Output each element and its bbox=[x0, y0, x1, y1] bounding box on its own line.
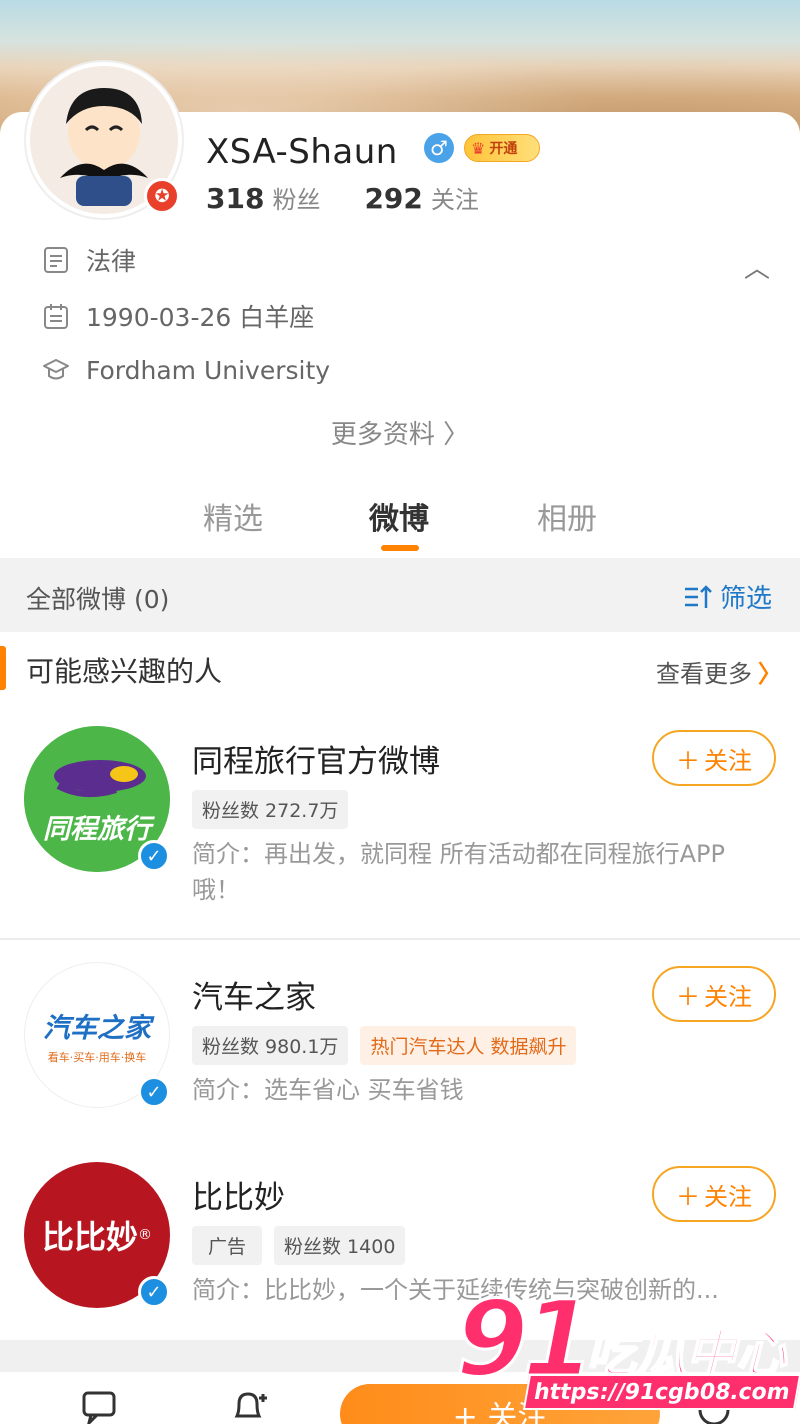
followers-tag: 粉丝数 272.7万 bbox=[192, 790, 349, 829]
birthday-text: 1990-03-26 白羊座 bbox=[86, 303, 315, 332]
info-birthday: 1990-03-26 白羊座 bbox=[40, 298, 314, 334]
tab-album[interactable]: 相册 bbox=[537, 494, 597, 538]
watermark-url: https://91cgb08.com bbox=[522, 1374, 800, 1410]
profile-stats: 318 粉丝 292 关注 bbox=[206, 180, 479, 215]
school-text: Fordham University bbox=[86, 355, 331, 385]
calendar-icon bbox=[40, 300, 72, 332]
following-count: 292 bbox=[364, 182, 423, 215]
user-tags: 广告 粉丝数 1400 bbox=[192, 1226, 406, 1265]
graduation-cap-icon bbox=[40, 354, 72, 386]
filter-label: 筛选 bbox=[720, 584, 773, 614]
follow-button[interactable]: ＋关注 bbox=[652, 966, 776, 1022]
plus-icon: ＋ bbox=[676, 1182, 700, 1211]
suggestions-title: 可能感兴趣的人 bbox=[26, 655, 223, 688]
followers-count: 318 bbox=[206, 182, 265, 215]
document-icon bbox=[40, 244, 72, 276]
following-label: 关注 bbox=[430, 186, 479, 214]
follow-button[interactable]: ＋关注 bbox=[652, 1166, 776, 1222]
divider bbox=[0, 938, 800, 940]
user-name[interactable]: 汽车之家 bbox=[192, 972, 316, 1017]
avatar-brand-text: 汽车之家 bbox=[43, 1012, 151, 1044]
followers-tag: 粉丝数 1400 bbox=[274, 1226, 406, 1265]
tab-weibo[interactable]: 微博 bbox=[369, 494, 429, 538]
verified-star-badge-icon: ✪ bbox=[144, 178, 180, 214]
vip-label: 开通 bbox=[489, 141, 518, 157]
avatar-brand-subtext: 看车·买车·用车·换车 bbox=[47, 1050, 147, 1064]
verified-v-icon: ✓ bbox=[138, 1276, 170, 1308]
hot-tag: 热门汽车达人 数据飙升 bbox=[360, 1026, 577, 1065]
message-icon[interactable] bbox=[80, 1390, 120, 1424]
follow-label: 关注 bbox=[704, 1182, 752, 1211]
more-info-link[interactable]: 更多资料 〉 bbox=[0, 414, 800, 451]
user-tags: 粉丝数 980.1万 热门汽车达人 数据飙升 bbox=[192, 1026, 577, 1065]
male-icon: ♂ bbox=[424, 133, 454, 163]
avatar-brand-text: 同程旅行 bbox=[43, 814, 155, 845]
notification-bell-icon[interactable] bbox=[228, 1390, 268, 1424]
all-posts-count[interactable]: 全部微博 (0) bbox=[26, 580, 169, 616]
ad-tag: 广告 bbox=[192, 1226, 263, 1265]
info-industry: 法律 bbox=[40, 242, 136, 278]
verified-v-icon: ✓ bbox=[138, 840, 170, 872]
following-stat[interactable]: 292 关注 bbox=[364, 180, 478, 215]
info-school: Fordham University bbox=[40, 354, 330, 386]
plus-icon: ＋ bbox=[676, 746, 700, 775]
user-description: 简介：再出发，就同程 所有活动都在同程旅行APP哦！ bbox=[192, 840, 725, 904]
followers-stat[interactable]: 318 粉丝 bbox=[206, 180, 320, 215]
user-name[interactable]: 比比妙 bbox=[192, 1172, 285, 1217]
followers-label: 粉丝 bbox=[272, 186, 321, 214]
crown-icon: ♛ bbox=[471, 138, 486, 158]
user-tags: 粉丝数 272.7万 bbox=[192, 790, 349, 829]
avatar-brand-text: 比比妙 bbox=[41, 1218, 138, 1256]
profile-name: XSA-Shaun bbox=[206, 132, 398, 172]
filter-button[interactable]: 筛选 bbox=[684, 578, 772, 615]
chevron-up-icon[interactable]: ︿ bbox=[744, 248, 770, 285]
followers-tag: 粉丝数 980.1万 bbox=[192, 1026, 349, 1065]
see-more-link[interactable]: 查看更多〉 bbox=[656, 654, 782, 689]
user-description: 简介：选车省心 买车省钱 bbox=[192, 1076, 464, 1104]
filter-icon bbox=[685, 584, 712, 608]
posts-filter-bar: 全部微博 (0) 筛选 bbox=[0, 558, 800, 632]
follow-label: 关注 bbox=[704, 746, 752, 775]
verified-v-icon: ✓ bbox=[138, 1076, 170, 1108]
plus-icon: ＋ bbox=[676, 982, 700, 1011]
suggestions-header: 可能感兴趣的人 查看更多〉 bbox=[0, 640, 800, 702]
watermark-logo: 91 吃瓜中心 https://91cgb08.com bbox=[455, 1277, 800, 1424]
industry-text: 法律 bbox=[86, 247, 137, 276]
chevron-right-icon: 〉 bbox=[758, 660, 782, 688]
follow-button[interactable]: ＋关注 bbox=[652, 730, 776, 786]
section-accent-bar bbox=[0, 646, 6, 690]
active-tab-indicator bbox=[381, 545, 419, 551]
vip-open-button[interactable]: ♛ 开通 bbox=[464, 134, 540, 162]
user-name[interactable]: 同程旅行官方微博 bbox=[192, 736, 440, 781]
see-more-label: 查看更多 bbox=[656, 660, 752, 688]
tab-featured[interactable]: 精选 bbox=[203, 494, 263, 538]
follow-label: 关注 bbox=[704, 982, 752, 1011]
